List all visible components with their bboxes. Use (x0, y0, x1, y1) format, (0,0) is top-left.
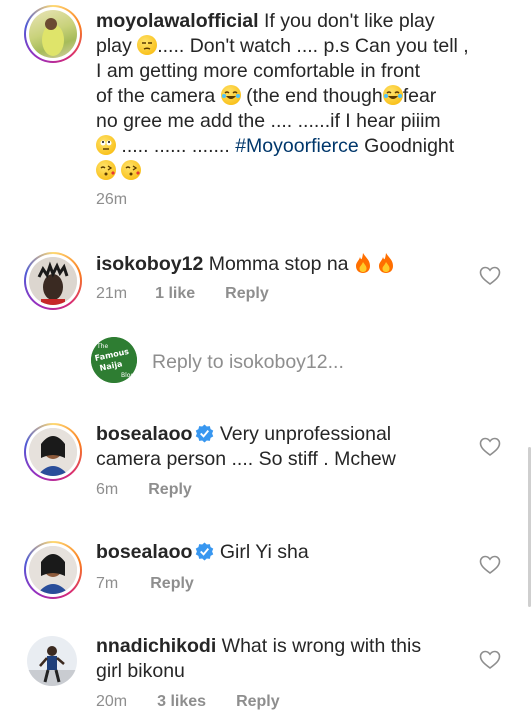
laughing-tears-emoji-icon (382, 85, 403, 105)
kiss-emoji-icon (121, 160, 142, 180)
unamused-emoji-icon (137, 35, 158, 55)
reply-button[interactable]: Reply (150, 575, 194, 593)
verified-badge-icon (196, 542, 214, 561)
fire-emoji-icon (379, 253, 394, 273)
heart-like-icon[interactable] (479, 650, 501, 670)
avatar-bosealaoo[interactable] (24, 423, 82, 481)
laughing-tears-emoji-icon (220, 85, 241, 105)
username[interactable]: moyolawalofficial (96, 10, 259, 32)
comment-meta: 26m (96, 191, 127, 209)
timestamp: 6m (96, 481, 119, 498)
likes-count[interactable]: 3 likes (157, 693, 206, 711)
username[interactable]: nnadichikodi (96, 635, 216, 657)
likes-count[interactable]: 1 like (155, 285, 195, 303)
eye-roll-emoji-icon (96, 135, 116, 155)
timestamp: 7m (96, 575, 119, 592)
comment-meta: 7m Reply (96, 575, 194, 593)
svg-text:Blog: Blog (121, 372, 134, 379)
avatar-nnadichikodi[interactable] (27, 636, 77, 686)
kiss-emoji-icon (96, 160, 116, 180)
heart-like-icon[interactable] (479, 266, 501, 286)
comment-text: nnadichikodi What is wrong with this gir… (96, 635, 422, 682)
reply-button[interactable]: Reply (225, 285, 269, 303)
timestamp: 26m (96, 191, 128, 208)
heart-like-icon[interactable] (479, 555, 501, 575)
verified-badge-icon (196, 424, 214, 443)
username[interactable]: bosealaoo (96, 423, 192, 445)
reply-input[interactable]: Reply to isokoboy12... (152, 351, 344, 374)
comment-text: bosealaoo Very unprofessional camera per… (96, 423, 396, 470)
svg-text:The: The (96, 343, 108, 350)
heart-like-icon[interactable] (479, 437, 501, 457)
comment-text: isokoboy12 Momma stop na (96, 252, 395, 277)
username[interactable]: isokoboy12 (96, 253, 203, 275)
username[interactable]: bosealaoo (96, 541, 192, 563)
comment-meta: 21m 1 like Reply (96, 285, 269, 303)
comment-meta: 20m 3 likes Reply (96, 693, 280, 711)
timestamp: 20m (96, 693, 128, 710)
comment-text: moyolawalofficial If you don't like play… (96, 9, 516, 184)
avatar-bosealaoo[interactable] (24, 541, 82, 599)
comment-text: bosealaoo Girl Yi sha (96, 541, 309, 563)
comment-meta: 6m Reply (96, 481, 192, 499)
logo-avatar: The Famous Naija Blog (91, 337, 137, 383)
reply-button[interactable]: Reply (148, 481, 192, 499)
fire-emoji-icon (355, 253, 370, 273)
hashtag-link[interactable]: #Moyoorfierce (235, 135, 359, 157)
reply-button[interactable]: Reply (236, 693, 280, 711)
avatar-isokoboy12[interactable] (24, 252, 82, 310)
avatar-moyolawalofficial[interactable] (24, 5, 82, 63)
timestamp: 21m (96, 285, 128, 302)
